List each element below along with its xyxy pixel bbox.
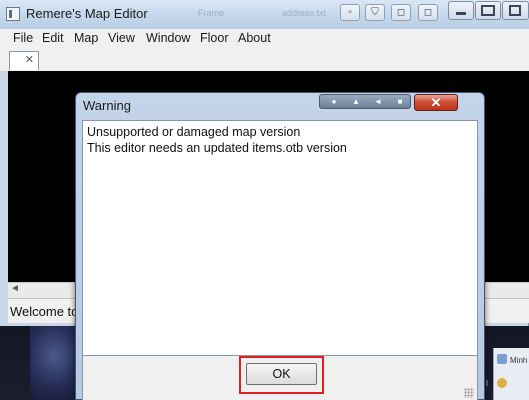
dialog-dot-icon[interactable]: ● xyxy=(324,96,344,107)
menu-window[interactable]: Window xyxy=(146,31,190,45)
menu-view[interactable]: View xyxy=(108,31,135,45)
dialog-close-button[interactable]: ✕ xyxy=(414,94,458,111)
toolbar-dot-button[interactable]: ▫ xyxy=(340,4,360,21)
restore-icon xyxy=(481,5,495,16)
warning-dialog: Warning ● ▲ ◄ ■ ✕ Unsupported or damaged… xyxy=(75,92,485,400)
message-line: Unsupported or damaged map version xyxy=(87,125,301,139)
close-tab-icon[interactable]: ✕ xyxy=(25,54,34,66)
menu-file[interactable]: File xyxy=(13,31,33,45)
restore-button[interactable] xyxy=(475,1,501,20)
menu-map[interactable]: Map xyxy=(74,31,98,45)
menu-about[interactable]: About xyxy=(238,31,271,45)
desktop: Minh Remere's Map Editor Frame address.t… xyxy=(0,0,529,400)
side-panel-label: Minh xyxy=(510,356,528,365)
dialog-message-area: Unsupported or damaged map version This … xyxy=(82,120,478,356)
side-notification-panel[interactable]: Minh xyxy=(493,348,529,400)
document-tab[interactable]: ✕ xyxy=(9,51,39,70)
toolbar-frame-button[interactable]: ◻ xyxy=(391,4,411,21)
dialog-toolbar: ● ▲ ◄ ■ xyxy=(319,94,411,109)
app-icon xyxy=(6,7,20,21)
toolbar-window-button[interactable]: ◻ xyxy=(418,4,438,21)
window-title: Remere's Map Editor xyxy=(26,6,148,21)
scroll-left-arrow-icon[interactable]: ◄ xyxy=(10,283,20,294)
faded-title-text: Frame xyxy=(198,8,225,18)
document-tab-strip: ✕ xyxy=(0,48,529,71)
minimize-icon xyxy=(456,12,466,15)
dialog-footer: OK xyxy=(82,356,478,400)
close-icon xyxy=(509,5,521,16)
main-titlebar[interactable]: Remere's Map Editor Frame address.txt ▫ … xyxy=(0,0,529,29)
toolbar-pin-button[interactable]: ⛉ xyxy=(365,4,385,21)
close-window-button[interactable] xyxy=(502,1,529,20)
dialog-pin-icon[interactable]: ▲ xyxy=(346,96,366,107)
message-line: This editor needs an updated items.otb v… xyxy=(87,141,347,155)
menu-bar: File Edit Map View Window Floor About xyxy=(0,29,529,49)
minimize-button[interactable] xyxy=(448,1,474,20)
dialog-window-icon[interactable]: ■ xyxy=(390,96,410,107)
faded-title-text: address.txt xyxy=(282,8,327,18)
smiley-icon xyxy=(497,378,507,388)
resize-grip-icon[interactable] xyxy=(464,388,474,398)
dialog-arrow-icon[interactable]: ◄ xyxy=(368,96,388,107)
dialog-title: Warning xyxy=(83,98,131,113)
close-icon: ✕ xyxy=(430,95,442,110)
contact-icon xyxy=(497,354,507,364)
ok-button[interactable]: OK xyxy=(246,363,317,385)
menu-edit[interactable]: Edit xyxy=(42,31,64,45)
status-text: Welcome to xyxy=(10,304,79,319)
menu-floor[interactable]: Floor xyxy=(200,31,228,45)
